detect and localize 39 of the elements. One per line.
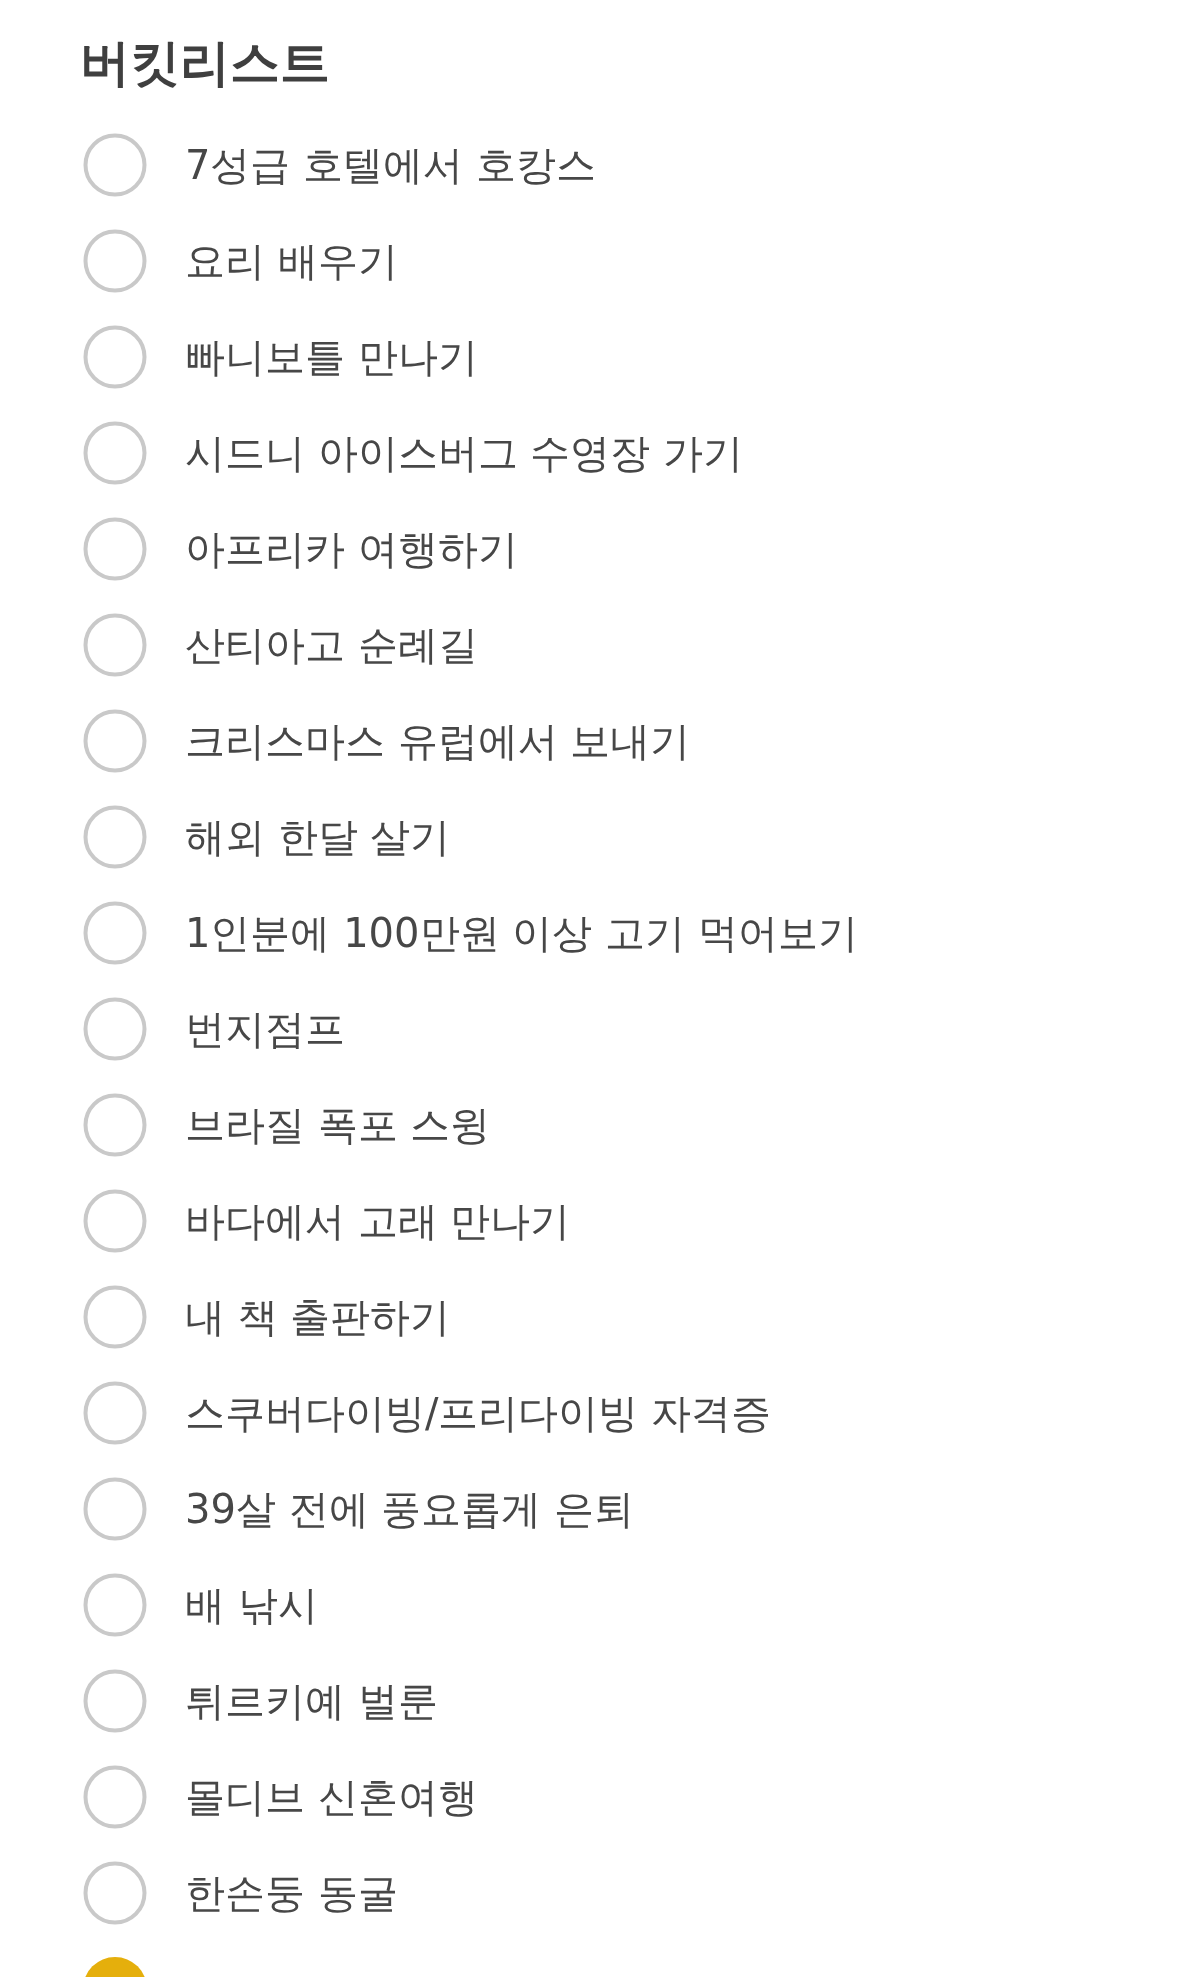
checkbox[interactable] — [83, 1669, 147, 1733]
checkbox[interactable] — [83, 1573, 147, 1637]
checkbox[interactable] — [83, 1765, 147, 1829]
checkbox[interactable] — [83, 1477, 147, 1541]
item-label: 해외 한달 살기 — [185, 813, 451, 862]
checkbox[interactable] — [83, 613, 147, 677]
checkbox[interactable] — [83, 901, 147, 965]
item-label: 번지점프 — [185, 1005, 345, 1054]
checkbox[interactable] — [83, 1189, 147, 1253]
checkbox[interactable] — [83, 1285, 147, 1349]
item-label: 브라질 폭포 스윙 — [185, 1101, 491, 1150]
checkbox[interactable] — [83, 709, 147, 773]
checkbox[interactable] — [83, 421, 147, 485]
item-label: 배 낚시 — [185, 1581, 318, 1630]
item-label: 빠니보틀 만나기 — [185, 333, 478, 382]
checkbox[interactable] — [83, 517, 147, 581]
checkbox[interactable] — [83, 1093, 147, 1157]
item-label: 7성급 호텔에서 호캉스 — [185, 141, 596, 190]
item-label: 산티아고 순례길 — [185, 621, 478, 670]
item-label: 크리스마스 유럽에서 보내기 — [185, 717, 691, 766]
item-label: 몰디브 신혼여행 — [185, 1773, 478, 1822]
checkbox[interactable] — [83, 1861, 147, 1925]
checkbox[interactable] — [83, 325, 147, 389]
item-label: 내 책 출판하기 — [185, 1293, 451, 1342]
item-label: 시드니 아이스버그 수영장 가기 — [185, 429, 744, 478]
checkbox[interactable] — [83, 229, 147, 293]
item-label: 바다에서 고래 만나기 — [185, 1197, 571, 1246]
list-title: 버킷리스트 — [80, 33, 330, 94]
item-label: 요리 배우기 — [185, 237, 398, 286]
checkbox[interactable] — [83, 997, 147, 1061]
checkbox[interactable] — [83, 1381, 147, 1445]
item-label: 스쿠버다이빙/프리다이빙 자격증 — [185, 1389, 772, 1438]
item-label: 한손둥 동굴 — [185, 1869, 398, 1918]
item-label: 아프리카 여행하기 — [185, 525, 518, 574]
checkbox[interactable] — [83, 805, 147, 869]
item-label: 1인분에 100만원 이상 고기 먹어보기 — [185, 909, 858, 958]
checkbox[interactable] — [83, 133, 147, 197]
item-label: 39살 전에 풍요롭게 은퇴 — [185, 1485, 635, 1534]
item-label: 튀르키예 벌룬 — [185, 1677, 438, 1726]
